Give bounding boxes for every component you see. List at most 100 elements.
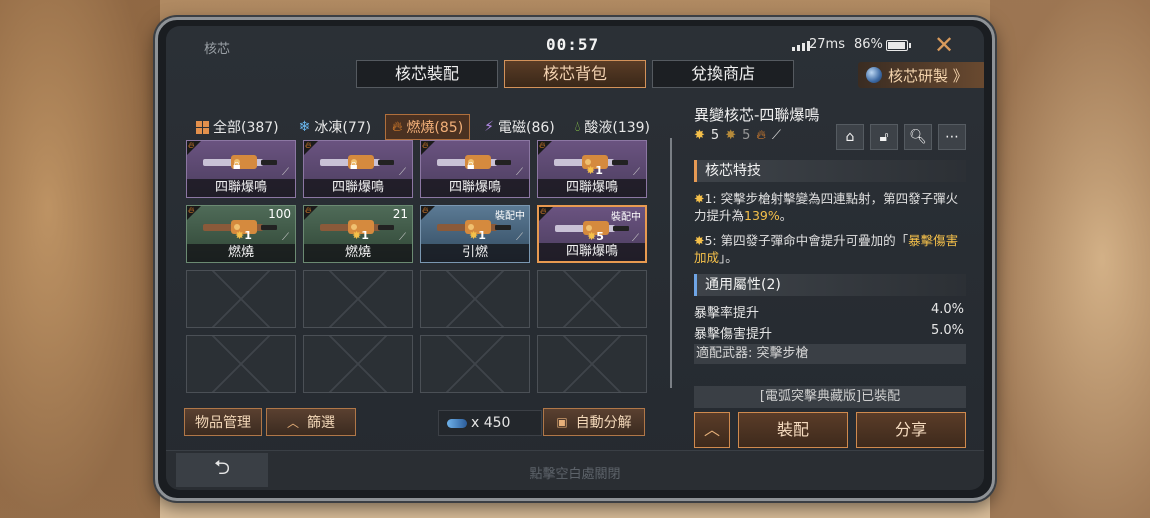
filter-freeze-label: 冰凍(77) [314,120,372,136]
fire-icon: 🔥︎ [422,141,429,151]
chevron-up-icon: ︿ [286,415,299,430]
footer-bar: ⮌ 點擊空白處關閉 [166,450,984,490]
planet-icon [866,67,882,83]
core-fragment-counter: x 450 [438,410,542,436]
background-left [0,0,160,518]
filter-acid[interactable]: 💧︎ 酸液(139) [569,115,656,139]
grid-icon [196,120,209,134]
rifle-icon: ⟋ [399,167,406,178]
tag-icon[interactable]: ⌂ [836,124,864,150]
inventory-slot[interactable]: 🔥︎ 🔒︎ ⟋ 四聯爆鳴 [420,140,530,198]
fire-icon: 🔥︎ [305,141,312,151]
battery-percent: 86% [854,37,883,52]
skill-1-level: 1: [704,191,717,206]
core-tags: ✸ 5 ✸ 5 🔥︎ ⟋ [694,128,781,143]
clock: 00:57 [546,35,600,54]
stat-crit-rate: 暴擊率提升 4.0% [694,302,966,321]
rifle-icon: ⟋ [282,167,289,178]
empty-slot [420,335,530,393]
fire-icon: 🔥︎ [188,206,195,216]
item-manage-label: 物品管理 [195,415,251,431]
inspect-icon[interactable]: 🔍︎ [904,124,932,150]
snowflake-icon: ❄ [298,119,311,135]
fragment-icon [447,418,467,428]
acid-drop-icon: 💧︎ [574,119,581,135]
collapse-button[interactable]: ︿ [694,412,730,448]
inventory-scrollbar[interactable] [670,138,672,388]
inventory-slot[interactable]: 🔥︎ 🔒︎ ⟋ 四聯爆鳴 [303,140,413,198]
element-filter-bar: 全部(387) ❄ 冰凍(77) 🔥︎ 燃燒(85) ⚡︎ 電磁(86) 💧︎ … [190,114,656,140]
empty-slot [303,270,413,328]
empty-slot [537,270,647,328]
more-icon[interactable]: ⋯ [938,124,966,150]
core-detail-panel: 異變核芯-四聯爆鳴 ✸ 5 ✸ 5 🔥︎ ⟋ ⌂ 🔓︎ 🔍︎ ⋯ 核芯特技 ✸1: … [694,104,974,448]
empty-slot [186,335,296,393]
rifle-icon: ⟋ [282,232,289,243]
inventory-slot[interactable]: 🔥︎ ✸5 裝配中 ⟋ 四聯爆鳴 [537,205,647,263]
rifle-icon: ⟋ [516,232,523,243]
item-name: 四聯爆鳴 [187,179,295,197]
filter-button[interactable]: ︿ 篩選 [266,408,356,436]
auto-decompose-button[interactable]: ▣ 自動分解 [543,408,645,436]
skill-1-value: 139% [744,208,780,223]
filter-acid-label: 酸液(139) [584,120,651,136]
inventory-slot[interactable]: 🔥︎ ✸1 ⟋ 四聯爆鳴 [537,140,647,198]
tab-core-equip[interactable]: 核芯裝配 [356,60,498,88]
item-quantity: 100 [268,207,291,221]
skill-1-text: 突擊步槍射擊變為四連點射，第四發子彈火力提升為 [694,191,959,223]
ping-readout: 27ms [809,37,845,52]
fire-icon: 🔥︎ [188,141,195,151]
background-right [990,0,1150,518]
stat-label: 暴擊傷害提升 [694,327,773,342]
filter-button-label: 篩選 [307,415,335,431]
fire-icon: 🔥︎ [540,207,547,217]
battery-icon [886,40,911,51]
equipped-tag: 裝配中 [611,212,641,223]
skill-5: ✸5: 第四發子彈命中會提升可疊加的「暴擊傷害加成」。 [694,232,966,266]
core-research-button[interactable]: 核芯研製 》 [858,62,984,88]
empty-slot [303,335,413,393]
star-level-grey: 5 [742,128,751,143]
inventory-slot[interactable]: 🔥︎ ✸1 100 ⟋ 燃燒 [186,205,296,263]
star-level: ✸5 [587,230,604,243]
close-icon[interactable]: ✕ [934,31,954,59]
core-gun-icon [203,155,277,169]
item-name: 四聯爆鳴 [538,179,646,197]
tab-bar: 核芯裝配 核芯背包 兌換商店 [356,60,794,88]
filter-electro-label: 電磁(86) [498,120,555,136]
filter-all[interactable]: 全部(387) [190,115,285,139]
screen-title: 核芯 [204,42,231,57]
stat-crit-damage: 暴擊傷害提升 5.0% [694,323,966,342]
tab-core-backpack[interactable]: 核芯背包 [504,60,646,88]
attr-section-header: 通用屬性(2) [694,274,966,296]
core-screen: 核芯 00:57 27ms 86% ✕ 核芯裝配 核芯背包 兌換商店 核芯研製 … [166,26,984,490]
unlock-icon[interactable]: 🔓︎ [870,124,898,150]
empty-slot [186,270,296,328]
inventory-slot[interactable]: 🔥︎ ✸1 裝配中 ⟋ 引燃 [420,205,530,263]
star-level: ✸1 [352,229,369,242]
item-name: 四聯爆鳴 [539,243,645,261]
lightning-icon: ⚡︎ [484,119,495,135]
signal-icon [792,41,810,51]
filter-burn[interactable]: 🔥︎ 燃燒(85) [385,114,471,140]
inventory-slot[interactable]: 🔥︎ ✸1 21 ⟋ 燃燒 [303,205,413,263]
stat-label: 暴擊率提升 [694,306,760,321]
star-level: ✸1 [235,229,252,242]
stat-value: 4.0% [930,302,964,317]
item-quantity: 21 [392,207,408,221]
rifle-icon: ⟋ [771,128,782,143]
filter-electro[interactable]: ⚡︎ 電磁(86) [478,115,561,139]
item-name: 引燃 [421,244,529,262]
item-manage-button[interactable]: 物品管理 [184,408,262,436]
inventory-slot[interactable]: 🔥︎ 🔒︎ ⟋ 四聯爆鳴 [186,140,296,198]
tab-exchange-shop[interactable]: 兌換商店 [652,60,794,88]
filter-freeze[interactable]: ❄ 冰凍(77) [293,115,377,139]
skill-5-level: 5: [704,233,717,248]
star-level: ✸1 [469,229,486,242]
lock-icon: 🔒︎ [467,157,475,173]
core-gun-icon [320,155,394,169]
star-icon: ✸ [694,233,705,248]
lock-icon: 🔒︎ [350,157,358,173]
share-button[interactable]: 分享 [856,412,966,448]
equip-button[interactable]: 裝配 [738,412,848,448]
